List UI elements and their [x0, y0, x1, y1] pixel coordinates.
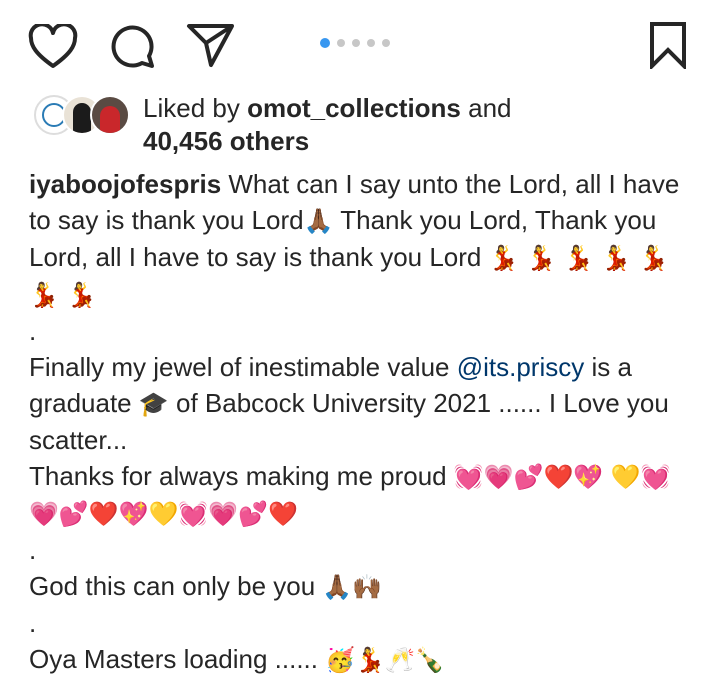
caption-separator: .: [29, 535, 37, 565]
avatar[interactable]: [90, 95, 130, 135]
carousel-dot-active: [320, 38, 330, 48]
liker-username-link[interactable]: omot_collections: [247, 93, 461, 123]
post-caption: iyaboojofespris What can I say unto the …: [29, 166, 699, 678]
carousel-dot: [382, 39, 390, 47]
mention-link[interactable]: @its.priscy: [457, 352, 585, 382]
caption-paragraph: iyaboojofespris What can I say unto the …: [29, 166, 699, 313]
carousel-indicator: [320, 37, 390, 49]
caption-paragraph: Finally my jewel of inestimable value @i…: [29, 349, 699, 458]
liked-by-text: Liked by omot_collections and: [143, 92, 512, 125]
caption-text: Finally my jewel of inestimable value: [29, 352, 457, 382]
caption-separator: .: [29, 608, 37, 638]
caption-separator: .: [29, 316, 37, 346]
caption-paragraph: Thanks for always making me proud 💓💗💕❤️💖…: [29, 458, 699, 532]
praying-hands-emoji: 🙏🏾: [303, 207, 334, 235]
caption-text: Thanks for always making me proud: [29, 461, 454, 491]
graduation-cap-emoji: 🎓: [138, 390, 169, 418]
post-action-bar: [0, 0, 720, 90]
caption-text: Oya Masters loading ......: [29, 644, 326, 674]
save-bookmark-icon[interactable]: [648, 21, 688, 69]
caption-username-link[interactable]: iyaboojofespris: [29, 169, 221, 199]
share-paper-plane-icon[interactable]: [186, 21, 236, 69]
likes-summary[interactable]: Liked by omot_collections and 40,456 oth…: [30, 92, 690, 156]
carousel-dot: [352, 39, 360, 47]
liked-by-conjunction: and: [460, 93, 512, 123]
comment-bubble-icon[interactable]: [108, 22, 156, 70]
person-photo: [100, 106, 120, 133]
celebration-emojis: 🥳💃🥂🍾: [325, 646, 445, 674]
caption-paragraph: God this can only be you 🙏🏾🙌🏾: [29, 568, 699, 605]
liked-by-prefix: Liked by: [143, 93, 248, 123]
caption-paragraph: Oya Masters loading ...... 🥳💃🥂🍾: [29, 641, 699, 678]
carousel-dot: [367, 39, 375, 47]
person-photo: [73, 103, 91, 133]
caption-text: God this can only be you: [29, 571, 323, 601]
carousel-dot: [337, 39, 345, 47]
praise-emojis: 🙏🏾🙌🏾: [322, 573, 383, 601]
liker-avatars[interactable]: [34, 95, 130, 135]
like-heart-icon[interactable]: [28, 24, 78, 70]
likes-count-link[interactable]: 40,456 others: [143, 125, 309, 158]
